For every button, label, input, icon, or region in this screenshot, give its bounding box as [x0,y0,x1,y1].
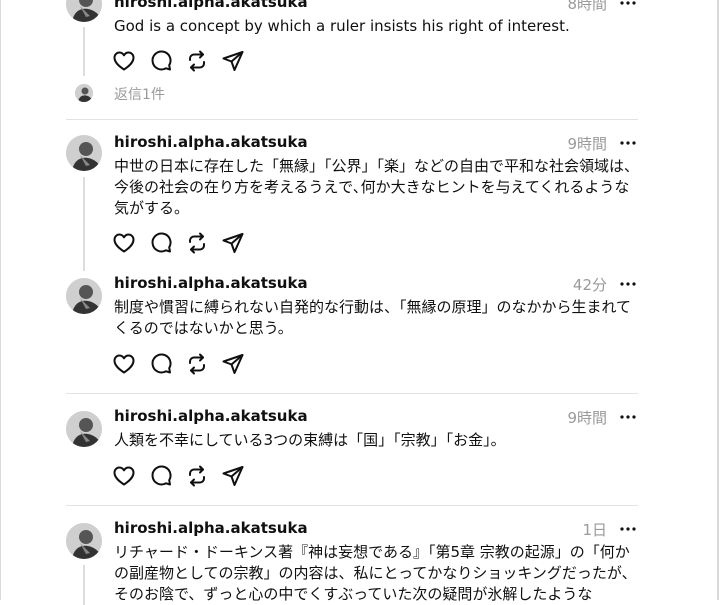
heart-icon[interactable] [112,49,136,73]
heart-icon[interactable] [112,231,136,255]
post-text: 制度や慣習に縛られない自発的な行動は、「無縁の原理」のなかから生まれてくるのでは… [114,298,632,337]
more-icon[interactable] [619,134,637,152]
post-username[interactable]: hiroshi.alpha.akatsuka [114,274,308,292]
repost-icon[interactable] [185,231,209,255]
post-text: God is a concept by which a ruler insist… [114,17,570,35]
more-icon[interactable] [619,0,637,12]
post-time: 9時間 [567,135,607,153]
avatar[interactable] [66,411,102,447]
avatar[interactable] [66,278,102,314]
post-username[interactable]: hiroshi.alpha.akatsuka [114,407,308,425]
reply-count[interactable]: 返信1件 [114,84,165,104]
thread-line [83,565,85,605]
divider [66,119,638,120]
heart-icon[interactable] [112,464,136,488]
thread-line [83,177,85,271]
post-username[interactable]: hiroshi.alpha.akatsuka [114,0,308,11]
comment-icon[interactable] [149,464,173,488]
avatar[interactable] [66,135,102,171]
more-icon[interactable] [619,520,637,538]
share-icon[interactable] [221,231,245,255]
post-text: 中世の日本に存在した「無縁」「公界」「楽」などの自由で平和な社会領域は、今後の社… [114,157,640,217]
avatar[interactable] [66,523,102,559]
share-icon[interactable] [221,49,245,73]
heart-icon[interactable] [112,352,136,376]
repost-icon[interactable] [185,49,209,73]
comment-icon[interactable] [149,231,173,255]
post-username[interactable]: hiroshi.alpha.akatsuka [114,519,308,537]
comment-icon[interactable] [149,352,173,376]
more-icon[interactable] [619,275,637,293]
post-time: 9時間 [567,409,607,427]
repost-icon[interactable] [185,464,209,488]
avatar[interactable] [66,0,102,22]
thread-line [83,27,85,76]
more-icon[interactable] [619,408,637,426]
divider [66,505,638,506]
share-icon[interactable] [221,352,245,376]
thread-feed: hiroshi.alpha.akatsuka 8時間 God is a conc… [0,0,719,605]
share-icon[interactable] [221,464,245,488]
post-time: 8時間 [567,0,607,13]
reply-avatar [75,84,93,102]
comment-icon[interactable] [149,49,173,73]
post-text: リチャード・ドーキンス著『神は妄想である』「第5章 宗教の起源」の「何かの副産物… [114,543,637,603]
post-text: 人類を不幸にしている3つの束縛は「国」「宗教」「お金」。 [114,431,506,449]
post-time: 42分 [572,276,607,294]
post-time: 1日 [582,521,607,539]
post-username[interactable]: hiroshi.alpha.akatsuka [114,133,308,151]
divider [66,393,638,394]
repost-icon[interactable] [185,352,209,376]
